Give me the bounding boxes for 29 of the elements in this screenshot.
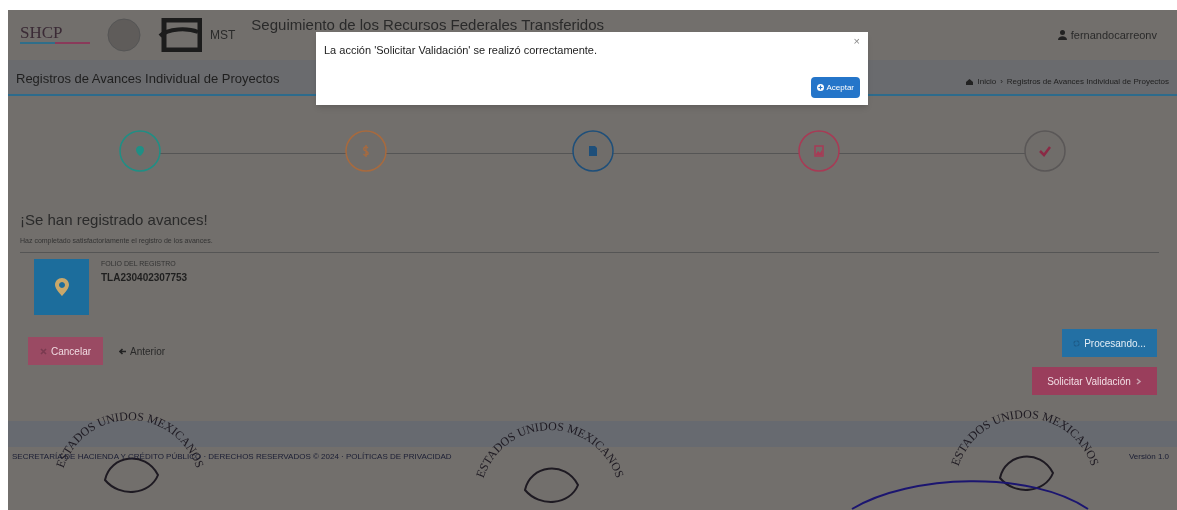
seal-icon [106,17,142,53]
close-icon [40,347,47,355]
modal-message: La acción 'Solicitar Validación' se realizó correctamente. [324,43,598,58]
folio-number: TLA230402307753 [101,270,188,285]
page-title: Registros de Avances Individual de Proyectos [16,69,280,88]
logo-stripe-icon [20,40,90,47]
logo-text: MST [210,27,236,44]
breadcrumb-separator: › [1000,76,1003,88]
breadcrumb-link[interactable]: Inicio [977,76,997,88]
map-pin-icon [54,278,69,296]
chevron-right-icon [1134,377,1142,385]
success-heading: ¡Se han registrado avances! [20,210,209,230]
user-icon [1057,30,1067,40]
home-icon [966,79,974,85]
square-logo-icon [158,18,202,52]
processing-button[interactable]: Procesando... [1062,329,1157,357]
back-button[interactable]: Anterior [111,337,174,365]
user-name[interactable]: fernandocarreonv [1070,26,1157,44]
breadcrumb-link[interactable]: Registros de Avances Individual de Proyectos [1006,76,1169,88]
app-title: Seguimiento de los Recursos Federales Transferidos [251,15,605,35]
accept-button[interactable]: Aceptar [811,77,860,98]
spinner-icon [1073,339,1081,347]
validate-button[interactable]: Solicitar Validación [1032,367,1157,395]
version-label: Versión 1.0 [1128,451,1169,463]
plus-circle-icon [817,84,825,91]
logo-text: SHCP [20,23,63,41]
cancel-button[interactable]: Cancelar [28,337,104,365]
close-button[interactable]: × [853,36,860,47]
arrow-left-icon [119,347,127,355]
